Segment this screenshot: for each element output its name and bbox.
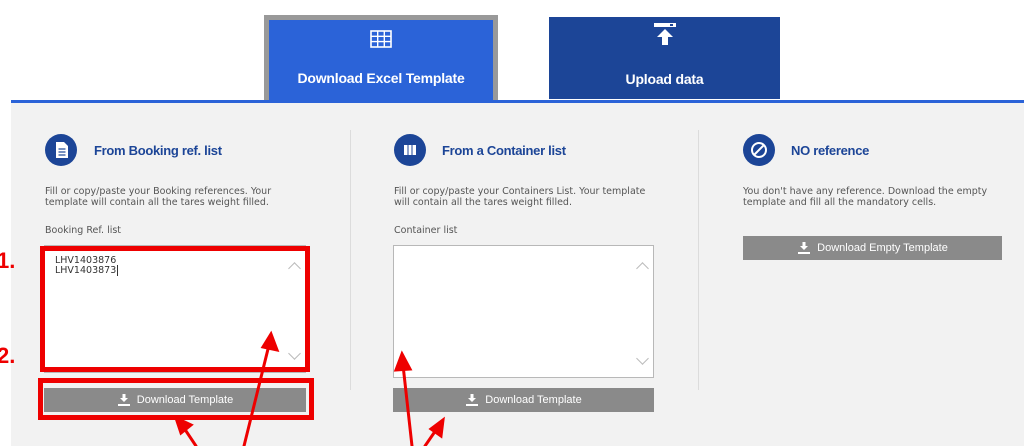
annotation-arrows [173,330,445,446]
annotation-arrow [242,343,271,446]
annotation-arrow-head [393,350,413,372]
annotation-arrow-head [260,330,280,353]
annotation-arrow-head [173,415,194,436]
annotation-arrow [401,363,414,446]
